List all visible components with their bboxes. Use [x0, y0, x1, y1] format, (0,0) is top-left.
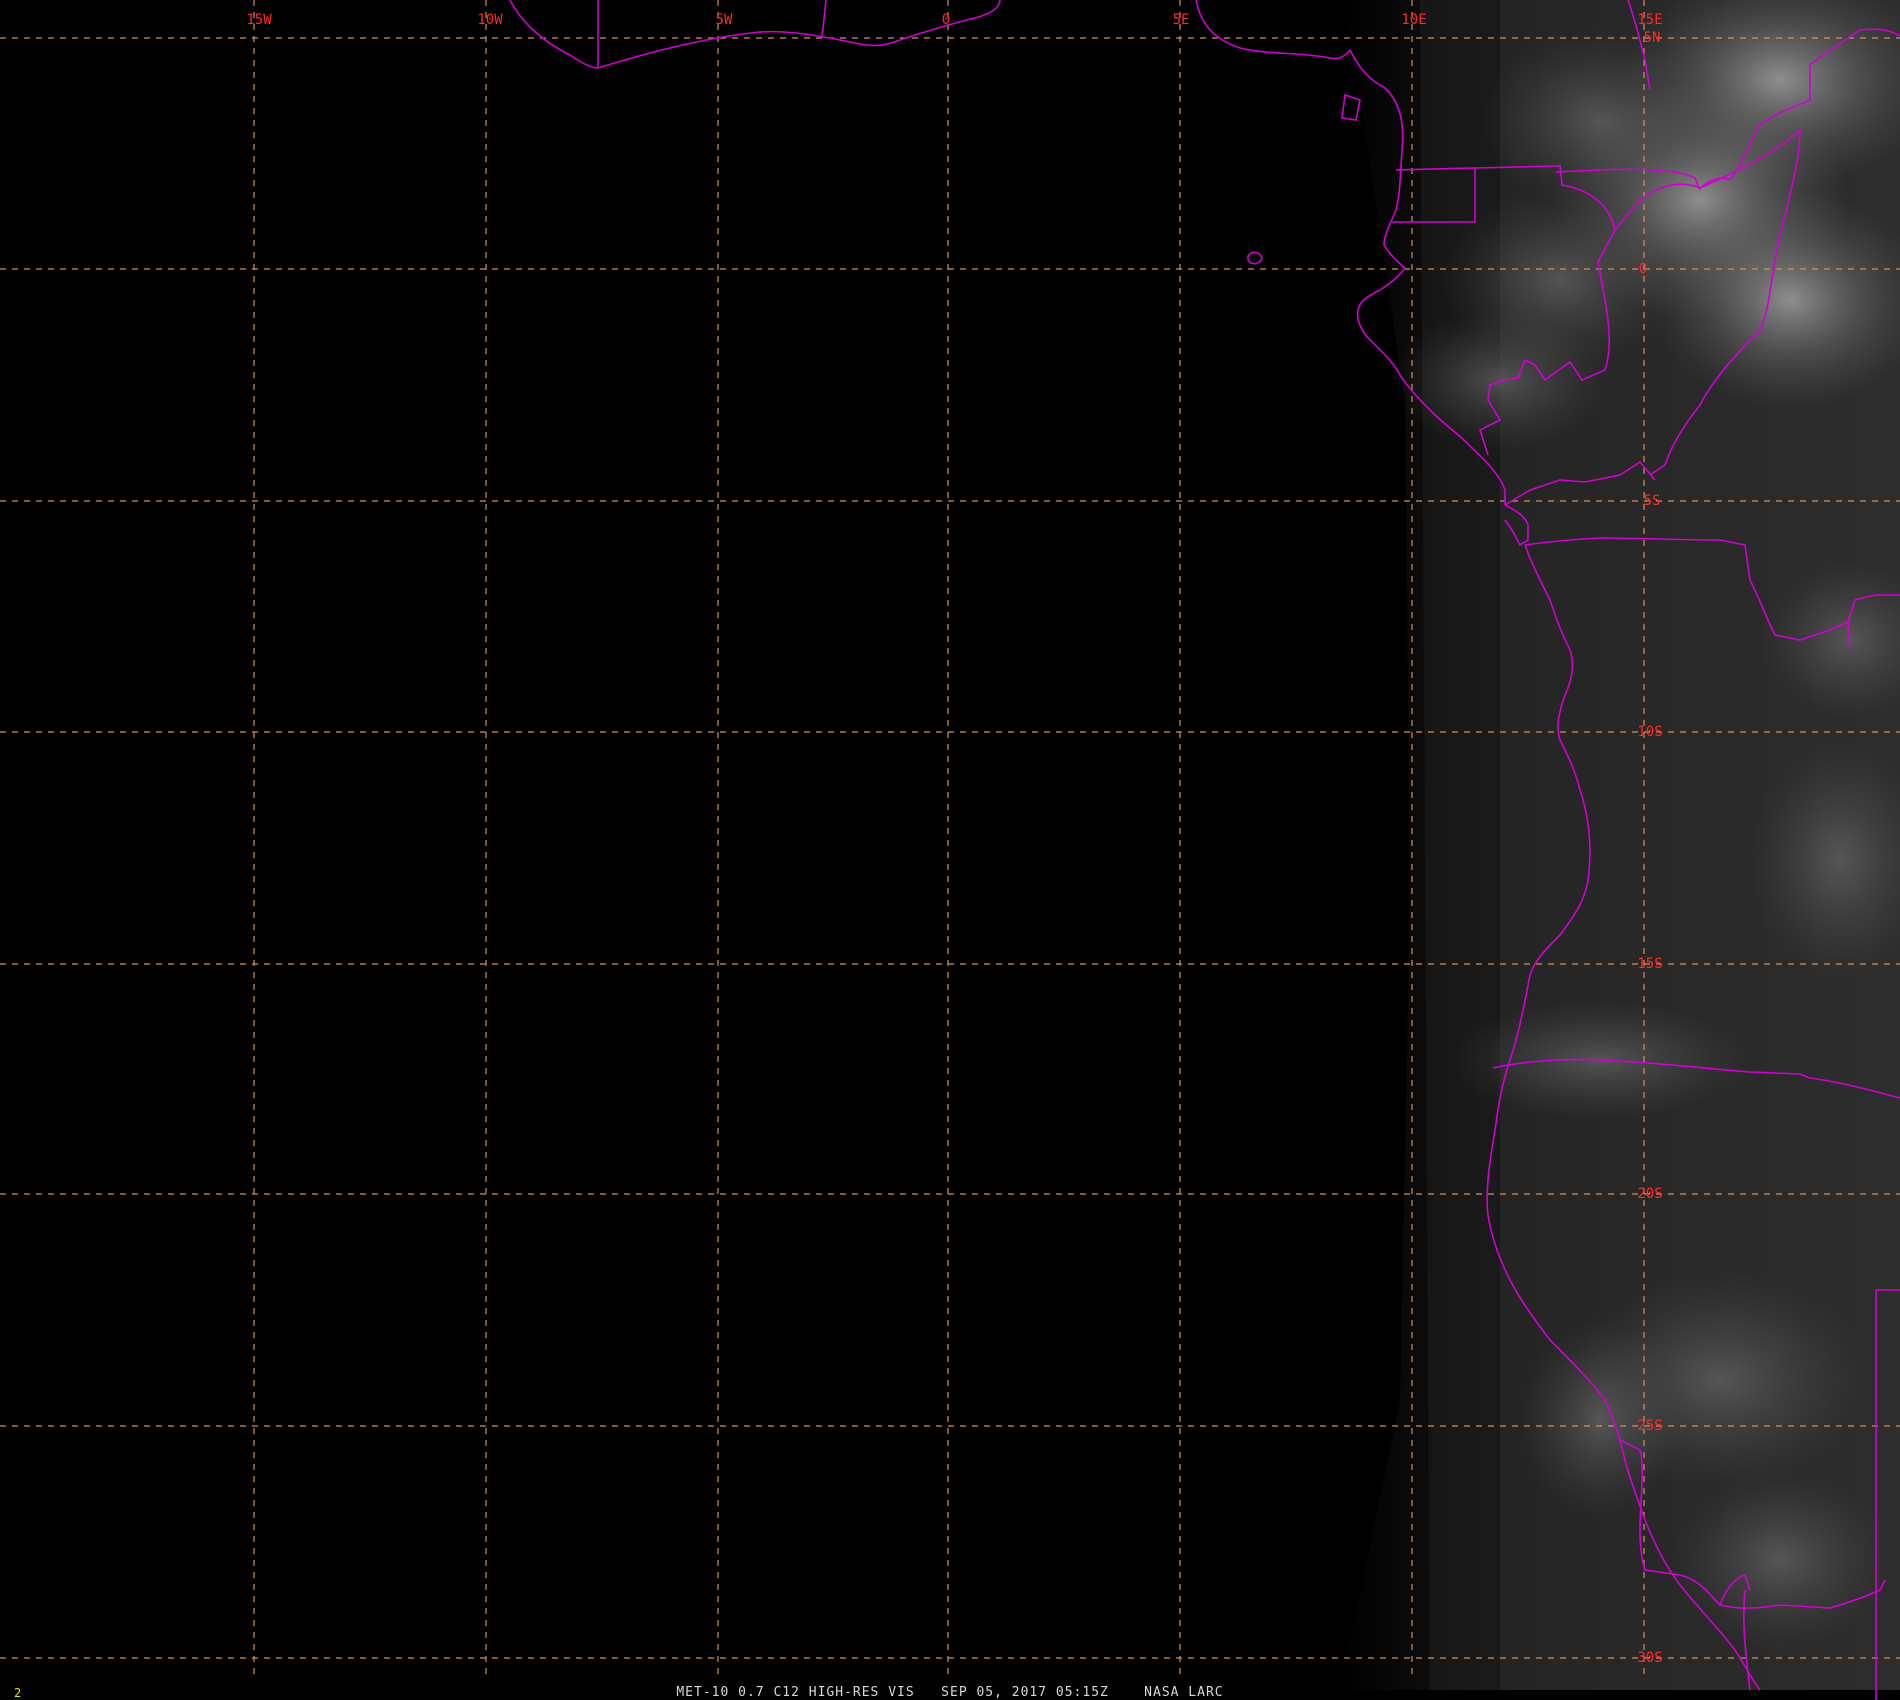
lat-label-10s: 10S — [1637, 724, 1662, 740]
lat-label-5n: 5N — [1644, 30, 1661, 46]
frame-number: 2 — [14, 1686, 21, 1700]
lat-label-5s: 5S — [1644, 493, 1661, 509]
lon-label-15w: 15W — [246, 12, 272, 28]
satellite-imagery — [1340, 0, 1900, 1690]
lat-label-30s: 30S — [1637, 1650, 1662, 1666]
lon-label-10w: 10W — [477, 12, 503, 28]
lon-label-15e: 15E — [1637, 12, 1662, 28]
lon-label-5w: 5W — [716, 12, 733, 28]
lat-label-15s: 15S — [1637, 956, 1662, 972]
lon-label-10e: 10E — [1401, 12, 1426, 28]
lon-label-5e: 5E — [1173, 12, 1190, 28]
lat-label-25s: 25S — [1637, 1418, 1662, 1434]
satellite-map: 15W 10W 5W 0 5E 10E 15E 5N 0 5S 10S 15S … — [0, 0, 1900, 1700]
lat-label-20s: 20S — [1637, 1186, 1662, 1202]
image-caption: MET-10 0.7 C12 HIGH-RES VIS SEP 05, 2017… — [676, 1685, 1223, 1700]
lat-label-0: 0 — [1639, 261, 1647, 277]
